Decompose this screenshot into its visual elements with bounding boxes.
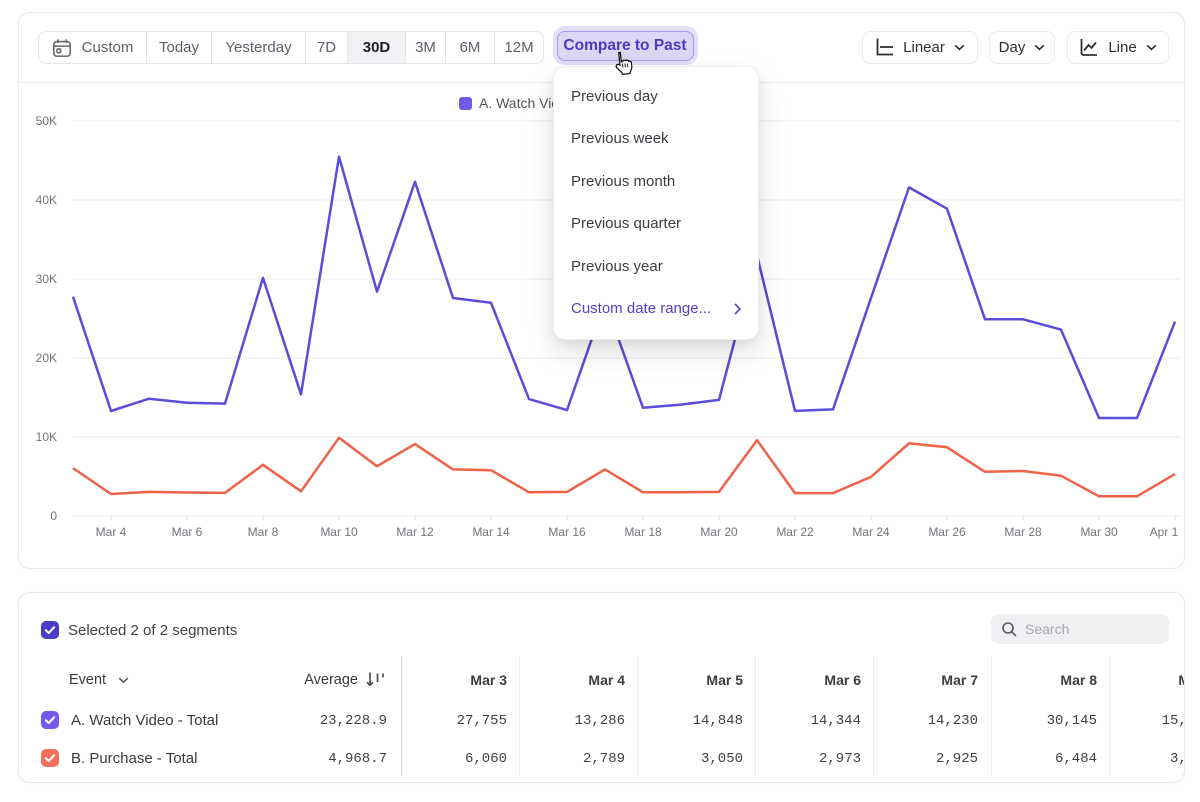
svg-text:Mar 20: Mar 20 [700, 525, 738, 539]
svg-text:0: 0 [50, 509, 57, 523]
svg-text:Mar 30: Mar 30 [1080, 525, 1118, 539]
svg-text:Mar 28: Mar 28 [1004, 525, 1042, 539]
svg-text:Mar 4: Mar 4 [96, 525, 127, 539]
svg-text:Mar 12: Mar 12 [396, 525, 434, 539]
svg-text:Mar 16: Mar 16 [548, 525, 586, 539]
svg-text:40K: 40K [36, 193, 57, 207]
svg-text:30K: 30K [36, 272, 57, 286]
svg-text:Mar 10: Mar 10 [320, 525, 358, 539]
svg-text:10K: 10K [36, 430, 57, 444]
svg-text:Mar 14: Mar 14 [472, 525, 510, 539]
svg-text:Mar 18: Mar 18 [624, 525, 662, 539]
svg-text:Mar 24: Mar 24 [852, 525, 890, 539]
svg-text:Mar 6: Mar 6 [172, 525, 203, 539]
svg-text:20K: 20K [36, 351, 57, 365]
svg-text:Mar 26: Mar 26 [928, 525, 966, 539]
svg-text:50K: 50K [36, 114, 57, 128]
svg-text:Mar 8: Mar 8 [248, 525, 279, 539]
svg-text:Apr 1: Apr 1 [1150, 525, 1179, 539]
svg-text:Mar 22: Mar 22 [776, 525, 814, 539]
